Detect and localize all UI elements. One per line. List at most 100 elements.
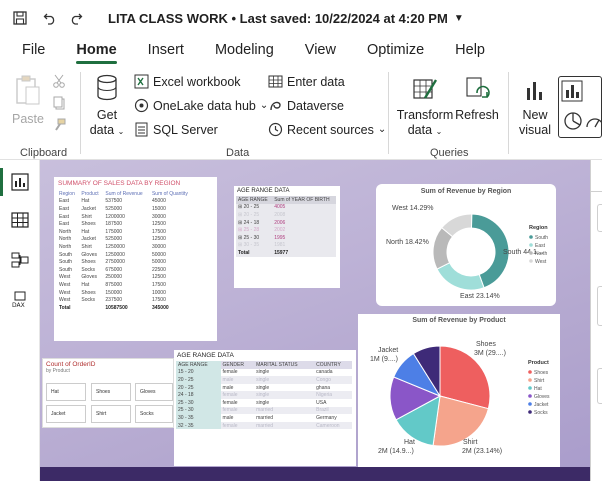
format-painter-icon[interactable] — [52, 118, 66, 137]
legend-item-gloves[interactable]: Gloves — [534, 394, 550, 400]
table-header-cell[interactable]: Sum of YEAR OF BIRTH — [272, 196, 336, 204]
table-row: ⊞ 24 - 18 2006 — [236, 219, 336, 227]
visual-gallery[interactable] — [558, 76, 602, 138]
summary-table-visual[interactable]: SUMMARY OF SALES DATA BY REGION Region P… — [54, 177, 217, 341]
slice-east[interactable] — [436, 262, 485, 291]
table-row: South Socks 675000 22500 — [57, 266, 195, 274]
table-header-cell[interactable]: MARITAL STATUS — [254, 361, 315, 369]
refresh-button[interactable]: Refresh — [455, 74, 499, 123]
pie-label-hat: Hat 2M (14.9...) — [378, 439, 415, 455]
age-range-big-visual[interactable]: AGE RANGE DATA AGE RANGE GENDER MARITAL … — [174, 350, 356, 466]
table-cell: East — [59, 221, 70, 228]
count-item[interactable]: Hat — [46, 383, 86, 401]
legend-item-shoes[interactable]: Shoes — [534, 370, 549, 376]
count-orderid-visual[interactable]: Count of OrderID by Product Hat Shoes Gl… — [42, 358, 174, 428]
pane-field[interactable] — [597, 286, 602, 326]
table-header-row: AGE RANGE Sum of YEAR OF BIRTH — [236, 196, 336, 204]
table-cell: 17500 — [151, 228, 166, 235]
menu-modeling[interactable]: Modeling — [204, 36, 285, 64]
pane-field[interactable] — [597, 204, 602, 232]
age-range-small-table: AGE RANGE Sum of YEAR OF BIRTH ⊞ 20 - 25… — [236, 196, 336, 257]
expand-icon[interactable]: ⊞ — [238, 235, 242, 241]
table-header-cell[interactable]: Product — [79, 190, 103, 198]
model-view-icon[interactable] — [10, 250, 30, 270]
data-group-label: Data — [226, 147, 250, 159]
legend-item-west[interactable]: West — [535, 259, 547, 265]
expand-icon[interactable]: ⊞ — [238, 212, 242, 218]
menu-insert[interactable]: Insert — [137, 36, 195, 64]
paste-button[interactable]: Paste — [10, 74, 46, 127]
report-canvas[interactable]: SUMMARY OF SALES DATA BY REGION Region P… — [40, 160, 590, 481]
dataverse-label: Dataverse — [287, 98, 344, 113]
copy-icon[interactable] — [52, 96, 66, 115]
pie-label-shoes-line2: 3M (29....) — [474, 350, 506, 357]
expand-icon[interactable]: ⊞ — [238, 220, 242, 226]
legend-marker — [529, 259, 533, 263]
menu-optimize[interactable]: Optimize — [356, 36, 435, 64]
new-visual-button[interactable]: New visual — [514, 74, 556, 138]
dax-query-view-icon[interactable]: DAX — [10, 290, 30, 310]
count-item[interactable]: Shoes — [91, 383, 131, 401]
window-title[interactable]: LITA CLASS WORK • Last saved: 10/22/2024… — [108, 11, 448, 26]
legend-item-hat[interactable]: Hat — [534, 386, 542, 392]
onelake-icon — [134, 98, 149, 113]
legend-item-socks[interactable]: Socks — [534, 410, 548, 416]
cut-icon[interactable] — [52, 74, 66, 93]
table-cell: Total — [59, 304, 71, 311]
legend-item-jacket[interactable]: Jacket — [534, 402, 549, 408]
expand-icon[interactable]: ⊞ — [238, 242, 242, 248]
product-pie-visual[interactable]: Sum of Revenue by Product Jacket 1M (9...… — [358, 314, 560, 468]
legend-item-east[interactable]: East — [535, 243, 546, 249]
legend-item-north[interactable]: North — [535, 251, 547, 257]
table-header-cell[interactable]: COUNTRY — [314, 361, 352, 369]
menu-file[interactable]: File — [11, 36, 56, 64]
save-icon[interactable] — [12, 10, 28, 26]
sql-server-button[interactable]: SQL Server — [134, 122, 218, 137]
table-row: 20 - 25 male single Congo — [176, 376, 352, 384]
menu-help[interactable]: Help — [444, 36, 496, 64]
table-cell: 15977 — [274, 249, 289, 256]
table-header-cell[interactable]: AGE RANGE — [176, 361, 221, 369]
redo-icon[interactable] — [68, 10, 84, 26]
table-cell: 22500 — [151, 266, 166, 273]
pane-field[interactable] — [597, 368, 602, 404]
expand-icon[interactable]: ⊞ — [238, 227, 242, 233]
count-item[interactable]: Jacket — [46, 405, 86, 423]
table-cell: 1200000 — [105, 213, 125, 220]
pane-collapse-handle[interactable] — [591, 164, 602, 192]
age-range-small-visual[interactable]: AGE RANGE DATA AGE RANGE Sum of YEAR OF … — [234, 186, 340, 288]
table-row: East Hat 537500 45000 — [57, 198, 195, 206]
table-header-cell[interactable]: Sum of Revenue — [103, 190, 150, 198]
count-item[interactable]: Socks — [135, 405, 173, 423]
report-view-icon[interactable] — [10, 172, 30, 192]
enter-data-button[interactable]: Enter data — [268, 74, 345, 89]
summary-table: Region Product Sum of Revenue Sum of Qua… — [57, 190, 195, 312]
table-view-icon[interactable] — [10, 210, 30, 230]
get-data-button[interactable]: Get data ⌄ — [88, 74, 126, 139]
recent-sources-button[interactable]: Recent sources ⌄ — [268, 122, 386, 137]
table-header-cell[interactable]: Region — [57, 190, 79, 198]
legend-item-south[interactable]: South — [535, 235, 548, 241]
table-cell: 175000 — [105, 228, 123, 235]
pie-label-shoes-line1: Shoes — [476, 341, 496, 348]
table-cell: 2002 — [274, 227, 286, 234]
table-header-cell[interactable]: AGE RANGE — [236, 196, 272, 204]
onelake-data-hub-button[interactable]: OneLake data hub ⌄ — [134, 98, 268, 113]
chevron-down-icon[interactable]: ▼ — [454, 13, 464, 24]
dataverse-button[interactable]: Dataverse — [268, 98, 344, 113]
table-cell: North — [59, 243, 72, 250]
count-item[interactable]: Shirt — [91, 405, 131, 423]
excel-workbook-button[interactable]: Excel workbook — [134, 74, 241, 89]
legend-item-shirt[interactable]: Shirt — [534, 378, 545, 384]
transform-data-button[interactable]: Transform data ⌄ — [396, 74, 454, 139]
expand-icon[interactable]: ⊞ — [238, 204, 242, 210]
table-header-cell[interactable]: Sum of Quantity — [150, 190, 195, 198]
menu-home[interactable]: Home — [65, 36, 127, 64]
undo-icon[interactable] — [42, 10, 58, 26]
region-donut-visual[interactable]: Sum of Revenue by Region West 14.29% Nor… — [376, 184, 556, 306]
table-header-cell[interactable]: GENDER — [220, 361, 255, 369]
chevron-down-icon: ⌄ — [259, 100, 269, 111]
menu-view[interactable]: View — [294, 36, 347, 64]
new-visual-label-2: visual — [519, 123, 551, 137]
count-item[interactable]: Gloves — [135, 383, 173, 401]
